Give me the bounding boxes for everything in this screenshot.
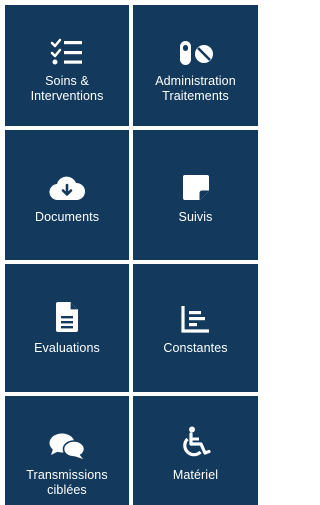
tile-administration-traitements[interactable]: Administration Traitements [133, 5, 258, 126]
tile-constantes[interactable]: Constantes [133, 264, 258, 392]
tile-label: Administration Traitements [155, 74, 236, 103]
tile-label: Suivis [178, 210, 213, 224]
tile-soins-interventions[interactable]: Soins & Interventions [5, 5, 129, 126]
tile-label: Matériel [172, 468, 219, 482]
wheelchair-icon [180, 426, 212, 460]
tile-label: Constantes [163, 341, 228, 355]
tile-documents[interactable]: Documents [5, 130, 129, 260]
tile-suivis[interactable]: Suivis [133, 130, 258, 260]
tile-transmissions-ciblees[interactable]: Transmissions ciblées [5, 396, 129, 505]
chat-bubbles-icon [48, 426, 86, 460]
sticky-note-icon [181, 168, 211, 202]
bar-chart-icon [180, 299, 211, 333]
tile-label: Evaluations [34, 341, 100, 355]
tile-label: Documents [34, 210, 100, 224]
tile-evaluations[interactable]: Evaluations [5, 264, 129, 392]
menu-grid: Soins & Interventions Administration Tra… [0, 0, 258, 505]
cloud-download-icon [49, 168, 85, 202]
tile-label: Transmissions ciblées [26, 468, 108, 497]
checklist-icon [50, 32, 84, 66]
tile-label: Soins & Interventions [30, 74, 104, 103]
pills-icon [178, 32, 214, 66]
document-icon [55, 299, 79, 333]
tile-materiel[interactable]: Matériel [133, 396, 258, 505]
